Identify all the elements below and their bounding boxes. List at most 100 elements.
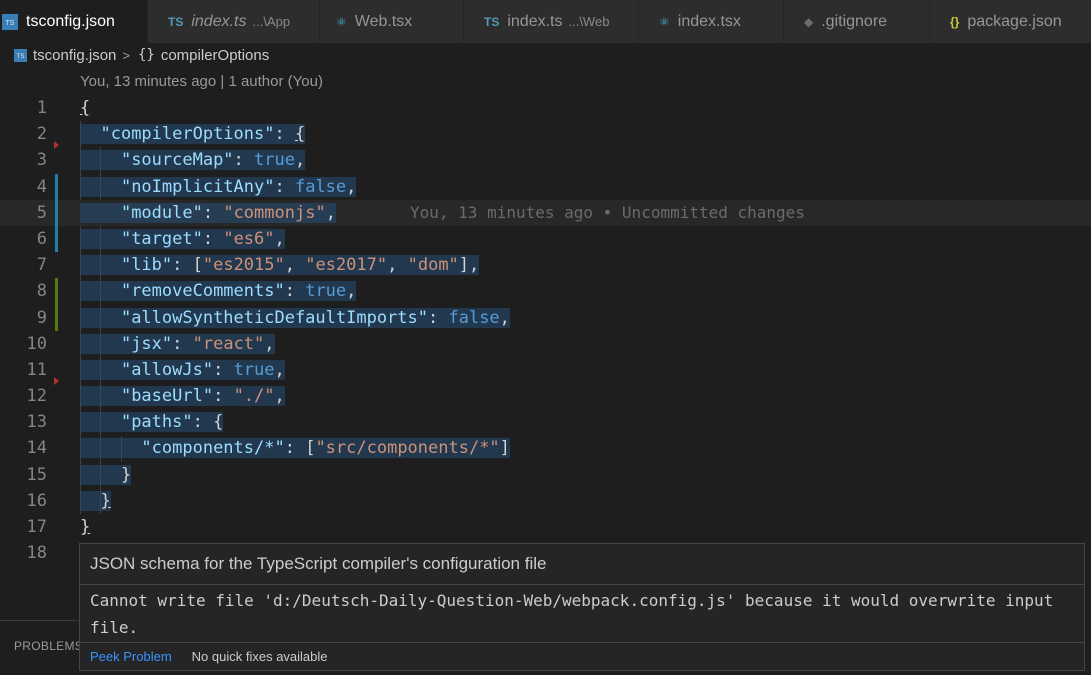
line-number: 3 [36,150,47,171]
code-line: 9 "allowSyntheticDefaultImports": false, [0,304,1091,331]
hover-status-bar: Peek Problem No quick fixes available [80,642,1084,670]
code-text: } [80,517,91,537]
code-line: 16 } [0,488,1091,514]
line-number: 12 [26,386,47,407]
error-message: Cannot write file 'd:/Deutsch-Daily-Ques… [90,591,1054,637]
tab-label: index.tsx [677,12,741,30]
modified-line-gutter[interactable] [55,199,58,226]
editor-tab-bar: TS tsconfig.json TS index.ts ...\App ⚛ W… [0,0,1091,43]
json-braces-icon: {} [950,14,960,29]
react-icon: ⚛ [336,14,347,29]
tab-label: tsconfig.json [26,12,115,30]
object-symbol-icon: {} [137,47,155,63]
code-text: "baseUrl": "./", [80,383,285,409]
line-number: 18 [26,543,47,564]
code-line: 12 "baseUrl": "./", [0,377,1091,409]
added-line-gutter[interactable] [55,278,58,305]
breadcrumb: TS tsconfig.json > {} compilerOptions [0,43,1091,67]
line-number: 6 [36,228,47,249]
code-text: } [80,464,132,485]
typescript-icon: TS [168,14,184,29]
hover-title: JSON schema for the TypeScript compiler'… [90,554,547,573]
line-number: 10 [26,333,47,354]
inline-blame-annotation: You, 13 minutes ago • Uncommitted change… [410,202,805,222]
tab-web-tsx[interactable]: ⚛ Web.tsx [320,0,464,43]
code-line: 5 "module": "commonjs", You, 13 minutes … [0,199,1091,226]
code-line: 2 "compilerOptions": { [0,121,1091,147]
typescript-icon: TS [484,14,500,29]
added-line-gutter[interactable] [55,304,58,331]
modified-line-gutter[interactable] [55,225,58,253]
tab-tsconfig-json[interactable]: TS tsconfig.json [0,0,148,43]
code-line: 6 "target": "es6", [0,225,1091,253]
hover-divider [80,584,1084,585]
code-line: 13 "paths": { [0,409,1091,435]
code-text: "module": "commonjs", [80,200,336,226]
code-line: 10 "jsx": "react", [0,331,1091,357]
code-text: "compilerOptions": { [80,121,306,147]
tab-label: package.json [967,12,1062,30]
code-text: { [80,98,91,118]
code-line: 11 "allowJs": true, [0,357,1091,383]
tab-problems[interactable]: PROBLEMS [14,639,83,653]
code-line: 3 "sourceMap": true, [0,141,1091,173]
code-text: "allowJs": true, [80,357,285,383]
line-number: 1 [36,98,47,118]
tab-description: ...\Web [568,14,610,29]
code-line: 17 } [0,514,1091,540]
tab-gitignore[interactable]: ◆ .gitignore [784,0,930,43]
code-text: "sourceMap": true, [80,147,306,173]
bottom-panel: PROBLEMS [0,620,83,675]
git-icon: ◆ [804,14,814,29]
line-number: 5 [36,202,47,223]
peek-problem-link[interactable]: Peek Problem [90,649,172,664]
code-text: "allowSyntheticDefaultImports": false, [80,305,510,331]
line-number: 8 [36,281,47,302]
line-number: 14 [26,438,47,459]
code-line: 1 { [0,95,1091,121]
tab-index-ts-app[interactable]: TS index.ts ...\App [148,0,320,43]
line-number: 9 [36,307,47,328]
tab-index-tsx[interactable]: ⚛ index.tsx [639,0,784,43]
git-blame-codelens[interactable]: You, 13 minutes ago | 1 author (You) [80,73,323,90]
line-number: 15 [26,464,47,485]
no-quick-fixes-label: No quick fixes available [191,649,328,664]
line-number: 13 [26,412,47,433]
tab-package-json[interactable]: {} package.json [930,0,1091,43]
chevron-right-icon: > [122,47,130,63]
code-text: "noImplicitAny": false, [80,174,357,200]
code-line: 8 "removeComments": true, [0,278,1091,305]
code-text: "jsx": "react", [80,331,275,357]
code-text: "components/*": ["src/components/*"] [80,435,510,461]
code-text: "paths": { [80,409,224,435]
react-icon: ⚛ [659,14,670,29]
tab-label: index.ts [191,12,247,30]
line-number: 17 [26,517,47,537]
code-line: 7 "lib": ["es2015", "es2017", "dom"], [0,252,1091,278]
tab-index-ts-web[interactable]: TS index.ts ...\Web [464,0,639,43]
code-line: 14 "components/*": ["src/components/*"] [0,435,1091,461]
code-text: "target": "es6", [80,226,285,252]
tab-description: ...\App [252,14,291,29]
breadcrumb-symbol[interactable]: compilerOptions [161,47,269,64]
typescript-config-icon: TS [14,48,27,62]
line-number: 4 [36,176,47,197]
line-number: 2 [36,124,47,145]
error-marker-icon [54,141,59,150]
tab-label: .gitignore [821,12,888,30]
line-number: 16 [26,490,47,511]
line-number: 7 [36,255,47,276]
error-marker-icon [54,377,59,386]
breadcrumb-file[interactable]: tsconfig.json [33,47,116,64]
hover-tooltip: JSON schema for the TypeScript compiler'… [79,543,1085,671]
tab-label: Web.tsx [354,12,413,30]
code-editor[interactable]: 1 { 2 "compilerOptions": { 3 "sourceMap"… [0,95,1091,566]
tab-label: index.ts [507,12,563,30]
code-line: 4 "noImplicitAny": false, [0,173,1091,200]
modified-line-gutter[interactable] [55,173,58,200]
typescript-config-icon: TS [2,13,18,30]
code-line: 15 } [0,462,1091,488]
code-text: } [80,488,111,514]
line-number: 11 [26,359,47,380]
code-text: "removeComments": true, [80,278,357,304]
